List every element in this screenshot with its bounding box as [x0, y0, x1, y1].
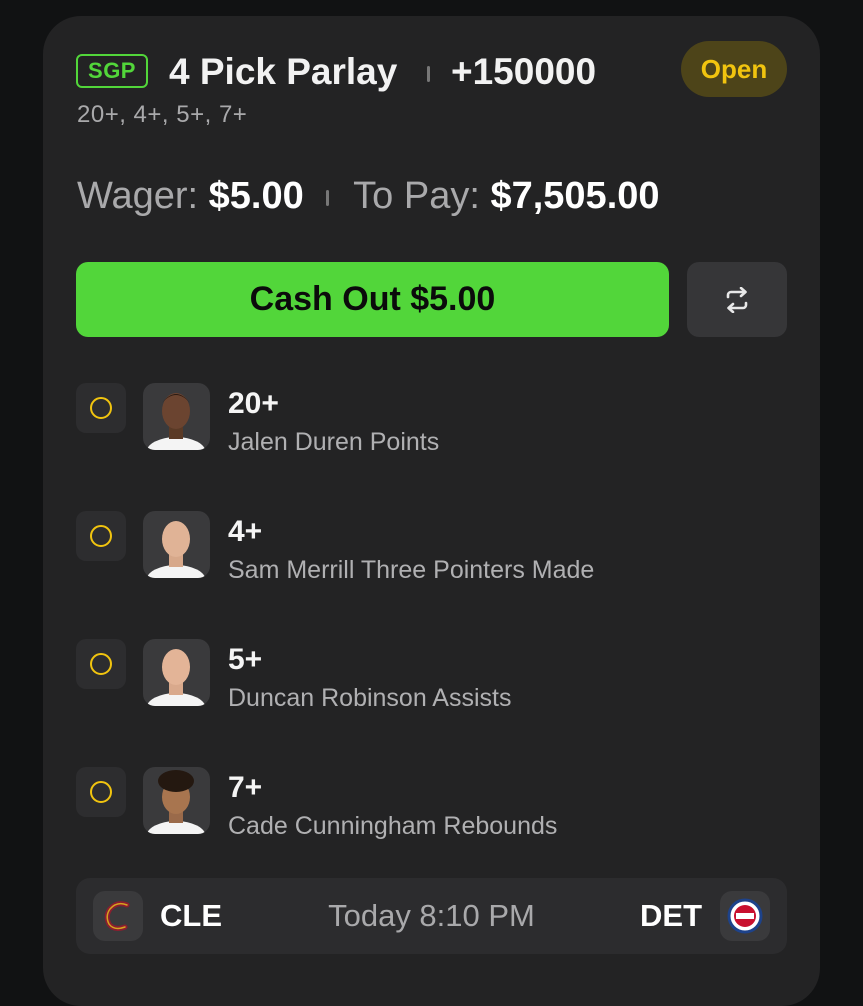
- leg-status-indicator: [76, 639, 126, 689]
- wager-value: $5.00: [208, 175, 304, 217]
- player-headshot-icon: [143, 767, 210, 834]
- leg-status-indicator: [76, 383, 126, 433]
- pistons-logo-icon: [720, 891, 770, 941]
- leg-item[interactable]: 20+ Jalen Duren Points: [76, 383, 776, 456]
- player-headshot-icon: [143, 639, 210, 706]
- status-badge: Open: [681, 41, 787, 97]
- bet-odds: +150000: [451, 51, 597, 92]
- leg-line: 5+: [228, 643, 263, 676]
- leg-line: 4+: [228, 515, 263, 548]
- wager-separator: [326, 189, 330, 206]
- leg-item[interactable]: 5+ Duncan Robinson Assists: [76, 639, 776, 712]
- bet-title: 4 Pick Parlay: [169, 51, 398, 92]
- leg-line: 20+: [228, 387, 279, 420]
- leg-description: Jalen Duren Points: [228, 428, 440, 456]
- pending-circle-icon: [90, 525, 112, 547]
- pending-circle-icon: [90, 653, 112, 675]
- leg-status-indicator: [76, 767, 126, 817]
- leg-item[interactable]: 4+ Sam Merrill Three Pointers Made: [76, 511, 776, 584]
- cash-out-button[interactable]: Cash Out $5.00: [76, 262, 669, 337]
- leg-description: Duncan Robinson Assists: [228, 684, 512, 712]
- wager-label: Wager:: [77, 175, 199, 217]
- pending-circle-icon: [90, 397, 112, 419]
- leg-line: 7+: [228, 771, 263, 804]
- sgp-badge: SGP: [76, 54, 148, 88]
- leg-status-indicator: [76, 511, 126, 561]
- wager-summary: Wager: $5.00 To Pay: $7,505.00: [77, 172, 660, 220]
- topay-value: $7,505.00: [490, 175, 660, 217]
- player-headshot-icon: [143, 511, 210, 578]
- game-info[interactable]: CLE Today 8:10 PM DET: [76, 878, 787, 954]
- pending-circle-icon: [90, 781, 112, 803]
- leg-description: Cade Cunningham Rebounds: [228, 812, 558, 840]
- title-separator: [427, 66, 430, 82]
- leg-description: Sam Merrill Three Pointers Made: [228, 556, 595, 584]
- leg-item[interactable]: 7+ Cade Cunningham Rebounds: [76, 767, 776, 840]
- home-team-abbr: DET: [640, 898, 702, 933]
- swap-button[interactable]: [687, 262, 787, 337]
- swap-arrows-icon: [726, 286, 748, 313]
- topay-label: To Pay:: [353, 175, 480, 217]
- player-headshot-icon: [143, 383, 210, 450]
- bet-subtitle: 20+, 4+, 5+, 7+: [77, 101, 248, 128]
